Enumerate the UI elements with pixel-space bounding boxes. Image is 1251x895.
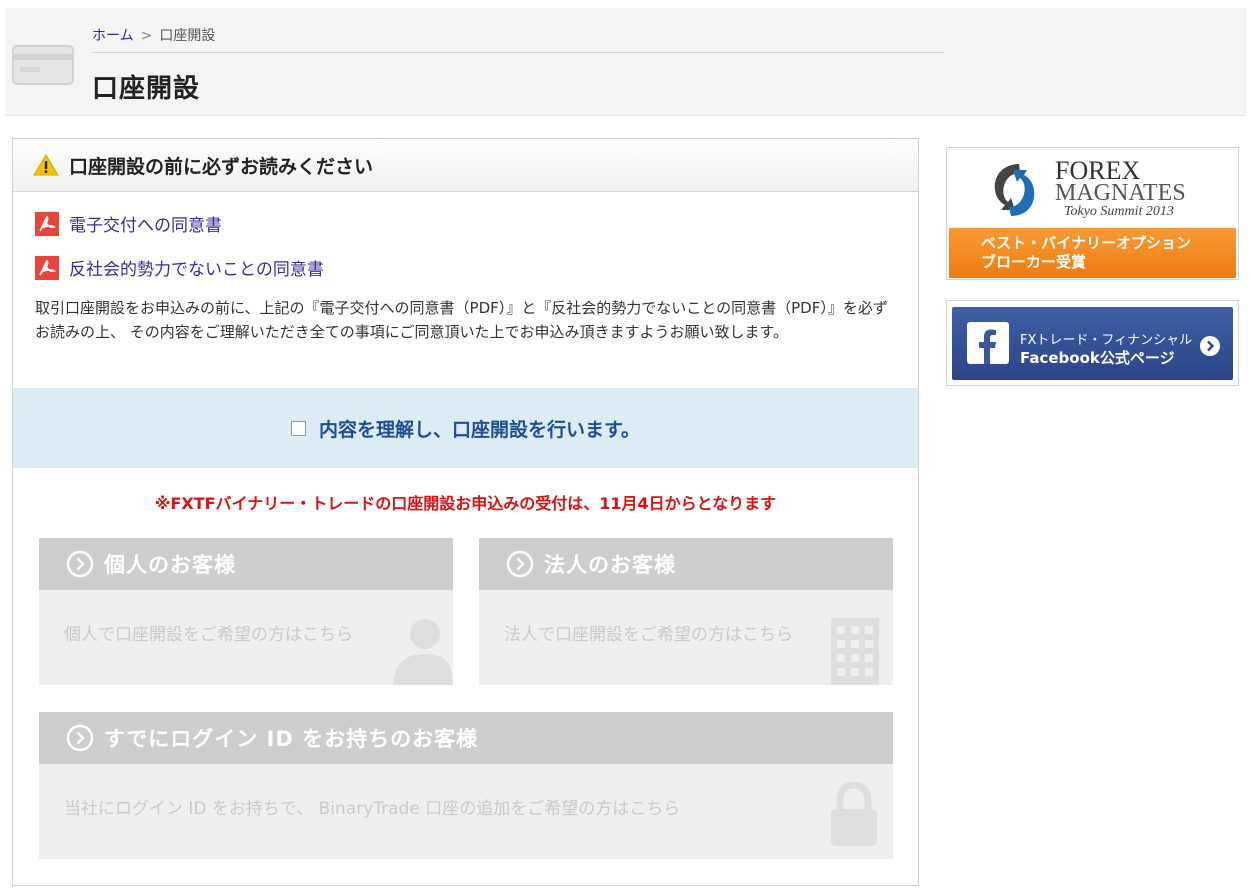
award-line-2: ブローカー受賞 [981,253,1087,271]
magnates-wordmark: MAGNATES [1055,180,1186,206]
breadcrumb-current: 口座開設 [159,28,216,44]
breadcrumb-separator: > [140,28,153,44]
page-title: 口座開設 [92,74,201,104]
facebook-page-banner[interactable]: FXトレード・フィナンシャル Facebook公式ページ [946,300,1239,386]
breadcrumb-home-link[interactable]: ホーム [92,28,134,44]
agreement-checkbox-label[interactable]: 内容を理解し、口座開設を行います。 [290,415,641,442]
agreement-band: 内容を理解し、口座開設を行います。 [13,388,918,468]
circle-chevron-right-icon [1200,336,1220,356]
corporate-customer-card[interactable]: 法人のお客様 法人で口座開設をご希望の方はこちら [479,538,893,685]
pdf-icon [35,255,59,280]
padlock-icon [831,782,877,846]
pdf-icon [35,211,59,236]
facebook-banner-line-1: FXトレード・フィナンシャル [1020,333,1193,348]
card-title: すでにログイン ID をお持ちのお客様 [104,727,479,751]
summit-subtitle: Tokyo Summit 2013 [1064,204,1174,219]
circle-chevron-right-icon [506,550,534,578]
facebook-banner-body: FXトレード・フィナンシャル Facebook公式ページ [952,307,1233,380]
notice-header: 口座開設の前に必ずお読みください [13,139,918,192]
card-icon [12,45,74,85]
notice-title: 口座開設の前に必ずお読みください [69,155,374,178]
existing-login-customer-card[interactable]: すでにログイン ID をお持ちのお客様 当社にログイン ID をお持ちで、 Bi… [39,712,893,859]
page-header: ホーム > 口座開設 口座開設 [5,8,1246,116]
award-line-1: ベスト・バイナリーオプション [981,234,1192,252]
building-icon [831,618,879,685]
facebook-icon [967,322,1009,364]
notice-body-text: 取引口座開設をお申込みの前に、上記の『電子交付への同意書（PDF）』と『反社会的… [35,299,888,341]
account-opening-panel: 口座開設の前に必ずお読みください 電子交付への同意書 反社会的勢力でないことの同… [12,138,919,886]
card-header: 個人のお客様 [39,538,453,590]
card-header: すでにログイン ID をお持ちのお客様 [39,712,893,764]
agreement-checkbox[interactable] [290,420,306,436]
forex-magnates-award-banner[interactable]: FOREX MAGNATES Tokyo Summit 2013 ベスト・バイナ… [946,147,1239,280]
award-label: ベスト・バイナリーオプション ブローカー受賞 [949,228,1236,278]
forex-magnates-logo-icon [994,164,1035,216]
announcement-text: ※FXTFバイナリー・トレードの口座開設お申込みの受付は、11月4日からとなりま… [154,494,777,513]
person-icon [393,619,453,685]
individual-customer-card[interactable]: 個人のお客様 個人で口座開設をご希望の方はこちら [39,538,453,685]
circle-chevron-right-icon [66,550,94,578]
consent-anti-social-link[interactable]: 反社会的勢力でないことの同意書 [35,255,324,280]
breadcrumb: ホーム > 口座開設 [92,25,944,53]
card-title: 個人のお客様 [104,553,236,577]
card-description: 法人で口座開設をご希望の方はこちら [504,625,793,645]
facebook-banner-line-2: Facebook公式ページ [1020,349,1175,367]
circle-chevron-right-icon [66,724,94,752]
card-title: 法人のお客様 [544,553,676,577]
consent-electronic-delivery-link[interactable]: 電子交付への同意書 [35,211,222,236]
card-description: 当社にログイン ID をお持ちで、 BinaryTrade 口座の追加をご希望の… [64,799,681,819]
agreement-text: 内容を理解し、口座開設を行います。 [318,418,641,441]
document-link-label: 電子交付への同意書 [69,216,222,236]
card-description: 個人で口座開設をご希望の方はこちら [64,625,353,645]
card-header: 法人のお客様 [479,538,893,590]
warning-icon [33,154,59,176]
document-link-label: 反社会的勢力でないことの同意書 [69,260,324,280]
